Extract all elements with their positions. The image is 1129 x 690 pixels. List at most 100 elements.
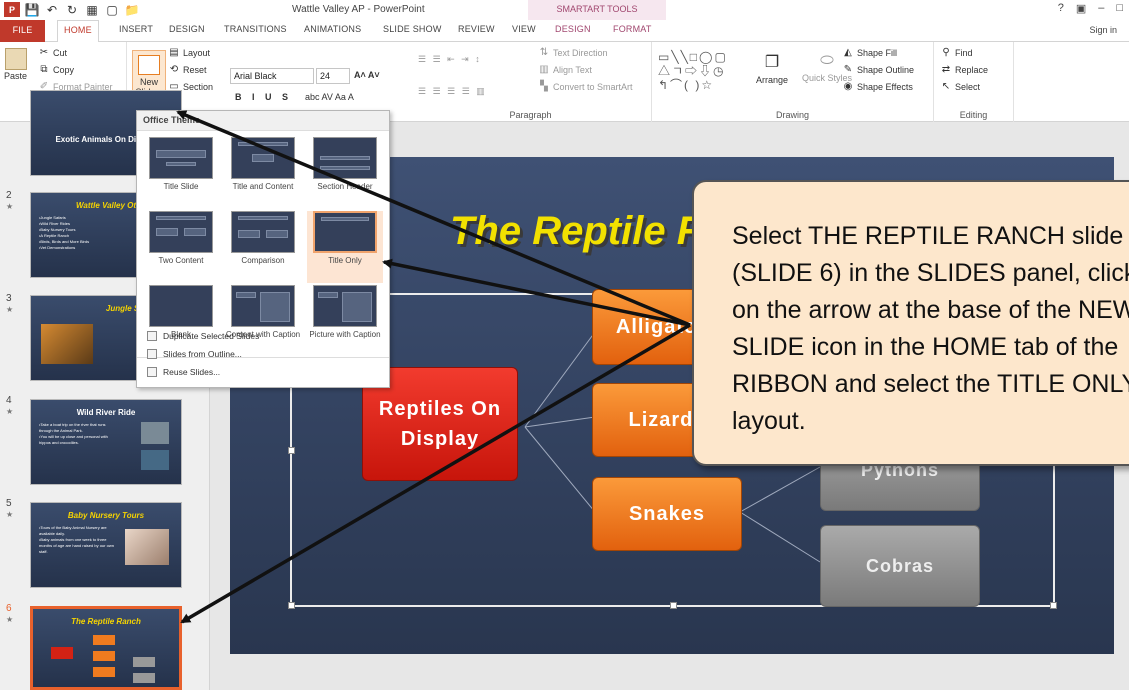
tab-insert[interactable]: INSERT (119, 24, 153, 34)
reuse-icon (147, 367, 157, 377)
mini-box (93, 667, 115, 677)
slide-number: 6 (6, 603, 12, 614)
tab-smartart-design[interactable]: DESIGN (555, 24, 591, 34)
copy-icon: ⧉ (40, 64, 48, 75)
reuse-slides-menu-item[interactable]: Reuse Slides... (147, 367, 220, 377)
layout-content-with-caption[interactable]: Content with Caption (225, 285, 301, 357)
effects-icon: ◉ (843, 81, 853, 92)
shapes-gallery[interactable]: ▭╲╲□◯▢ △ㄱ⇨⇩◷ ↰⌒( )☆ (658, 50, 728, 92)
find-button[interactable]: ⚲ Find (940, 48, 972, 59)
snakes-box[interactable]: Snakes (592, 477, 742, 551)
smartart-tools-label: SMARTART TOOLS (528, 0, 666, 20)
mini-box (93, 651, 115, 661)
open-folder-icon[interactable]: 📁 (124, 2, 140, 17)
tab-animations[interactable]: ANIMATIONS (304, 24, 361, 34)
paste-icon (4, 48, 27, 70)
slide-thumbnail-6[interactable]: The Reptile Ranch (30, 606, 182, 690)
slide-number: 2 (6, 190, 12, 201)
animation-star-icon: ★ (6, 407, 14, 416)
layout-section-header[interactable]: Section Header (307, 137, 383, 209)
layout-title-and-content[interactable]: Title and Content (225, 137, 301, 209)
tab-design[interactable]: DESIGN (169, 24, 205, 34)
layout-title-slide[interactable]: Title Slide (143, 137, 219, 209)
window-title: Wattle Valley AP - PowerPoint (292, 4, 425, 15)
save-icon[interactable]: 💾 (24, 2, 40, 17)
slide-thumbnail-4[interactable]: Wild River Ride •Take a boat trip on the… (30, 399, 182, 485)
quick-access-toolbar: P 💾 ↶ ↻ ▦ ▢ 📁 (4, 2, 140, 17)
cut-button[interactable]: ✂ Cut (38, 48, 67, 59)
tab-slide-show[interactable]: SLIDE SHOW (383, 24, 442, 34)
drawing-group: ▭╲╲□◯▢ △ㄱ⇨⇩◷ ↰⌒( )☆ ❐ Arrange ⬭ Quick Styles… (652, 42, 934, 122)
arrange-button[interactable]: ❐ Arrange (756, 52, 788, 85)
font-size-box[interactable]: 24 (316, 68, 350, 84)
select-button[interactable]: ↖ Select (940, 81, 980, 93)
callout-text: Select THE REPTILE RANCH slide (SLIDE 6)… (732, 222, 1129, 435)
font-name-box[interactable]: Arial Black (230, 68, 314, 84)
animation-star-icon: ★ (6, 305, 14, 314)
duplicate-icon (147, 331, 157, 341)
layout-title-only[interactable]: Title Only (307, 211, 383, 283)
title-bar: P 💾 ↶ ↻ ▦ ▢ 📁 Wattle Valley AP - PowerPo… (0, 0, 1129, 20)
tab-file[interactable]: FILE (0, 20, 45, 42)
bullets-icon[interactable]: ☰ ☰ ⇤ ⇥ ↕ (418, 54, 482, 65)
sign-in-link[interactable]: Sign in (1089, 25, 1117, 35)
paragraph-group: ☰ ☰ ⇤ ⇥ ↕ ☰ ☰ ☰ ☰ ▥ ⇅ Text Direction ▥ Ali… (410, 42, 652, 122)
cobras-box[interactable]: Cobras (820, 525, 980, 607)
presentation-icon[interactable]: ▦ (84, 2, 100, 17)
undo-icon[interactable]: ↶ (44, 2, 60, 17)
tab-home[interactable]: HOME (57, 20, 99, 43)
animation-star-icon: ★ (6, 510, 14, 519)
paste-button[interactable]: Paste (4, 48, 27, 81)
tab-smartart-format[interactable]: FORMAT (613, 24, 652, 34)
tab-transitions[interactable]: TRANSITIONS (224, 24, 287, 34)
baby-animal-image (125, 529, 169, 565)
copy-button[interactable]: ⧉ Copy (38, 64, 74, 76)
redo-icon[interactable]: ↻ (64, 2, 80, 17)
tab-view[interactable]: VIEW (512, 24, 536, 34)
ribbon-tabs: FILE HOME INSERT DESIGN TRANSITIONS ANIM… (0, 20, 1129, 43)
layout-icon: ▤ (169, 47, 179, 58)
shape-effects-button[interactable]: ◉ Shape Effects (842, 81, 913, 93)
paragraph-label: Paragraph (509, 110, 552, 120)
drawing-label: Drawing (775, 110, 809, 120)
boat-image (141, 450, 169, 470)
shape-outline-button[interactable]: ✎ Shape Outline (842, 64, 914, 76)
gallery-header: Office Theme (137, 111, 389, 131)
arrange-icon: ❐ (764, 54, 780, 71)
layout-picture-with-caption[interactable]: Picture with Caption (307, 285, 383, 357)
slides-from-outline-menu-item[interactable]: Slides from Outline... (147, 349, 242, 359)
new-file-icon[interactable]: ▢ (104, 2, 120, 17)
font-format-buttons[interactable]: B I U S (235, 92, 292, 102)
convert-smartart-button[interactable]: ▚ Convert to SmartArt (538, 82, 632, 93)
layout-two-content[interactable]: Two Content (143, 211, 219, 283)
align-icon[interactable]: ☰ ☰ ☰ ☰ ▥ (418, 86, 487, 97)
text-direction-button[interactable]: ⇅ Text Direction (538, 48, 608, 59)
reset-button[interactable]: ⟲ Reset (168, 65, 207, 76)
font-color-icon[interactable]: abc AV Aa A (305, 92, 354, 102)
slide-number: 3 (6, 293, 12, 304)
align-text-button[interactable]: ▥ Align Text (538, 65, 592, 76)
paint-bucket-icon: ◭ (844, 47, 852, 58)
quick-styles-icon: ⬭ (820, 52, 834, 69)
minimize-button[interactable]: – (1098, 2, 1104, 15)
slide-number: 5 (6, 498, 12, 509)
outline-icon (147, 349, 157, 359)
layout-blank[interactable]: Blank (143, 285, 219, 357)
slide-thumbnail-5[interactable]: Baby Nursery Tours •Tours of the Baby An… (30, 502, 182, 588)
duplicate-slides-menu-item[interactable]: Duplicate Selected Slides (147, 331, 259, 341)
grow-font-icon[interactable]: A˄ A˅ (354, 70, 380, 80)
replace-button[interactable]: ⇄ Replace (940, 65, 988, 76)
hippo-image (141, 422, 169, 444)
mini-box (133, 673, 155, 683)
animation-star-icon: ★ (6, 615, 14, 624)
cursor-icon: ↖ (941, 81, 951, 92)
tab-review[interactable]: REVIEW (458, 24, 495, 34)
layout-comparison[interactable]: Comparison (225, 211, 301, 283)
ribbon-display-button[interactable]: ▣ (1076, 2, 1086, 15)
pencil-icon: ✎ (843, 64, 853, 75)
layout-button[interactable]: ▤ Layout (168, 47, 210, 59)
maximize-button[interactable]: □ (1116, 2, 1123, 15)
mini-box (93, 635, 115, 645)
help-button[interactable]: ? (1058, 2, 1064, 15)
shape-fill-button[interactable]: ◭ Shape Fill (842, 47, 897, 59)
